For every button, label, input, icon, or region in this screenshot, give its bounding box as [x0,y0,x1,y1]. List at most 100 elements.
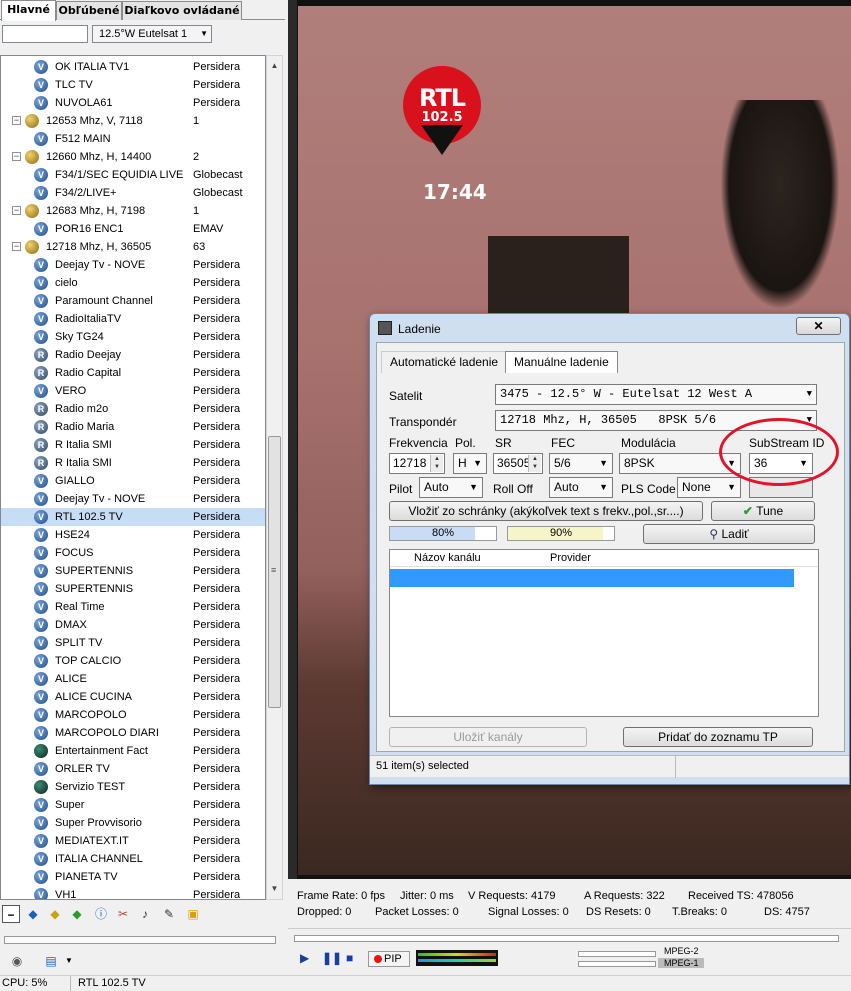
seek-slider[interactable] [294,935,839,942]
play-icon[interactable]: ▶ [300,951,309,965]
sr-input[interactable]: 36505 ▲ ▼ [493,453,543,474]
paste-from-clipboard-button[interactable]: Vložiť zo schránky (akýkoľvek text s fre… [389,501,703,521]
channel-row[interactable]: V Super Provvisorio Persidera [1,814,265,832]
channel-row[interactable]: V HSE24 Persidera [1,526,265,544]
tab-main[interactable]: Hlavné [1,0,56,21]
col-provider[interactable]: Provider [550,552,591,564]
channel-row[interactable]: V Real Time Persidera [1,598,265,616]
pol-select[interactable]: H ▼ [453,453,487,474]
save-channels-button[interactable]: Uložiť kanály [389,727,587,747]
transponder-row[interactable]: − 12653 Mhz, V, 7118 1 [1,112,265,130]
spinner-icon[interactable]: ▲ ▼ [528,455,541,472]
edit-icon[interactable]: ✎ [160,905,178,923]
transponder-row[interactable]: − 12660 Mhz, H, 14400 2 [1,148,265,166]
collapse-icon[interactable]: − [12,152,21,161]
view-mode-icon[interactable]: ▤ [42,952,60,970]
channel-list-scrollbar[interactable]: ▲ ≡ ▼ [266,55,283,900]
channel-row[interactable]: V MARCOPOLO Persidera [1,706,265,724]
channel-row[interactable]: V ITALIA CHANNEL Persidera [1,850,265,868]
channel-row[interactable]: V ALICE Persidera [1,670,265,688]
pip-button[interactable]: PIP [368,951,410,967]
chevron-down-icon[interactable]: ▼ [60,952,78,970]
freq-input[interactable]: 12718 ▲ ▼ [389,453,445,474]
pause-icon[interactable]: ❚❚ [322,951,342,965]
scan-icon[interactable]: ♪ [136,905,154,923]
channel-row[interactable]: V TLC TV Persidera [1,76,265,94]
channel-row[interactable]: R Radio Capital Persidera [1,364,265,382]
pilot-select[interactable]: Auto ▼ [419,477,483,498]
channel-row[interactable]: R Radio m2o Persidera [1,400,265,418]
key-icon[interactable]: ▣ [184,905,202,923]
tab-favorites[interactable]: Obľúbené [56,1,122,20]
channel-row[interactable]: R Radio Deejay Persidera [1,346,265,364]
channel-row[interactable]: V OK ITALIA TV1 Persidera [1,58,265,76]
scroll-thumb[interactable]: ≡ [268,436,281,708]
channel-row[interactable]: V ORLER TV Persidera [1,760,265,778]
channel-row[interactable]: R Radio Maria Persidera [1,418,265,436]
channel-row[interactable]: Vcielo Persidera [1,274,265,292]
found-channels-table[interactable]: Názov kanálu Provider [389,549,819,717]
channel-row[interactable]: V TOP CALCIO Persidera [1,652,265,670]
channel-row[interactable]: V F34/2/LIVE+ Globecast [1,184,265,202]
channel-row[interactable]: V Deejay Tv - NOVE Persidera [1,490,265,508]
tab-automatic-tuning[interactable]: Automatické ladenie [381,351,508,373]
table-row[interactable] [390,569,794,587]
channel-row[interactable]: R R Italia SMI Persidera [1,454,265,472]
collapse-icon[interactable]: − [2,905,20,923]
collapse-icon[interactable]: − [12,116,21,125]
stop-icon[interactable]: ■ [346,951,353,965]
settings-icon[interactable]: ◉ [8,952,26,970]
pls-select[interactable]: None ▼ [677,477,741,498]
transponder-row[interactable]: − 12718 Mhz, H, 36505 63 [1,238,265,256]
splitter[interactable] [288,0,297,879]
channel-row[interactable]: V PIANETA TV Persidera [1,868,265,886]
tools-icon[interactable]: ✂ [114,905,132,923]
rolloff-select[interactable]: Auto ▼ [549,477,613,498]
channel-row[interactable]: V POR16 ENC1 EMAV [1,220,265,238]
channel-row[interactable]: V RTL 102.5 TV Persidera [1,508,265,526]
channel-row[interactable]: V DMAX Persidera [1,616,265,634]
channel-row[interactable]: Servizio TEST Persidera [1,778,265,796]
volume-slider[interactable] [4,936,276,944]
channel-row[interactable]: V VERO Persidera [1,382,265,400]
channel-row[interactable]: R R Italia SMI Persidera [1,436,265,454]
tune-button[interactable]: ✔ Tune [711,501,815,521]
channel-row[interactable]: V VH1 Persidera [1,886,265,899]
scroll-down-icon[interactable]: ▼ [267,881,282,897]
channel-search-input[interactable] [2,25,88,43]
channel-row[interactable]: V MEDIATEXT.IT Persidera [1,832,265,850]
satelit-select[interactable]: 3475 - 12.5° W - Eutelsat 12 West A ▼ [495,384,817,405]
add-to-tp-list-button[interactable]: Pridať do zoznamu TP [623,727,813,747]
tab-remote[interactable]: Diaľkovo ovládané [122,1,242,20]
info-icon[interactable]: ◆ [24,905,42,923]
channel-list[interactable]: V OK ITALIA TV1 Persidera V TLC TV Persidera V… [0,55,266,900]
channel-row[interactable]: V F512 MAIN [1,130,265,148]
satellite-select[interactable]: 12.5°W Eutelsat 1 ▼ [92,25,212,43]
channel-row[interactable]: V SUPERTENNIS Persidera [1,580,265,598]
channel-row[interactable]: V NUVOLA61 Persidera [1,94,265,112]
spinner-icon[interactable]: ▲ ▼ [430,455,443,472]
scroll-up-icon[interactable]: ▲ [267,58,282,74]
col-channel-name[interactable]: Názov kanálu [414,552,481,564]
channel-row[interactable]: V Sky TG24 Persidera [1,328,265,346]
channel-row[interactable]: Entertainment Fact Persidera [1,742,265,760]
tab-manual-tuning[interactable]: Manuálne ladenie [505,351,618,373]
channel-row[interactable]: V F34/1/SEC EQUIDIA LIVE Globecast [1,166,265,184]
warning-icon[interactable]: ◆ [46,905,64,923]
channel-row[interactable]: V FOCUS Persidera [1,544,265,562]
help-icon[interactable]: ⓘ [92,905,110,923]
transponder-row[interactable]: − 12683 Mhz, H, 7198 1 [1,202,265,220]
add-icon[interactable]: ◆ [68,905,86,923]
channel-row[interactable]: V RadioItaliaTV Persidera [1,310,265,328]
channel-row[interactable]: V MARCOPOLO DIARI Persidera [1,724,265,742]
tune-search-button[interactable]: ⚲ Ladiť [643,524,815,544]
channel-row[interactable]: V Deejay Tv - NOVE Persidera [1,256,265,274]
close-button[interactable]: ✕ [796,317,841,335]
channel-row[interactable]: V SPLIT TV Persidera [1,634,265,652]
channel-row[interactable]: V SUPERTENNIS Persidera [1,562,265,580]
dialog-titlebar[interactable]: Ladenie ✕ [370,314,849,342]
collapse-icon[interactable]: − [12,206,21,215]
channel-row[interactable]: V ALICE CUCINA Persidera [1,688,265,706]
fec-select[interactable]: 5/6 ▼ [549,453,613,474]
channel-row[interactable]: V Paramount Channel Persidera [1,292,265,310]
